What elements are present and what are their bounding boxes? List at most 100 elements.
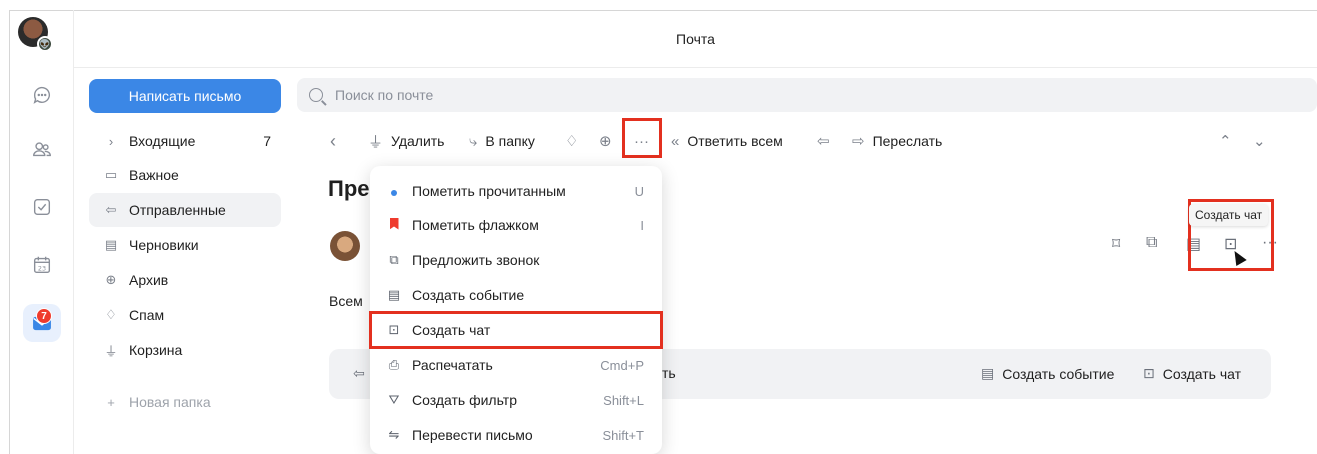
- archive-icon: ⊕: [599, 133, 612, 150]
- alien-status-icon: 👽: [37, 36, 53, 52]
- icon-rail: 👽 23: [9, 10, 74, 454]
- create-chat-label: Создать чат: [1162, 365, 1242, 382]
- printer-icon: ⎙: [388, 357, 400, 372]
- chat-icon: ⊡: [1143, 365, 1155, 381]
- shortcut: Shift+T: [602, 427, 644, 443]
- shortcut: I: [640, 217, 644, 233]
- delete-label: Удалить: [391, 133, 445, 149]
- mail-unread-badge: 7: [36, 308, 52, 324]
- folder-drafts[interactable]: ▤ Черновики: [89, 228, 281, 262]
- chevron-up-icon: ⌃: [1219, 133, 1232, 150]
- chevron-down-icon: ⌄: [1253, 133, 1266, 150]
- more-button-highlight: [622, 118, 662, 158]
- trash-icon: ⏚: [104, 343, 118, 359]
- forward-icon: ⇨: [852, 133, 865, 150]
- reply-all-icon: «: [671, 132, 680, 150]
- bookmark-icon[interactable]: ⌑: [1112, 234, 1120, 254]
- folder-label: Корзина: [129, 342, 183, 358]
- calendar-button[interactable]: 23: [23, 246, 61, 284]
- folder-label: Отправленные: [129, 202, 226, 218]
- sender-avatar[interactable]: [330, 231, 360, 261]
- people-icon: [33, 142, 51, 157]
- chevron-right-icon[interactable]: ›: [103, 134, 119, 149]
- draft-icon: ▤: [104, 237, 118, 252]
- menu-item-label: Пометить флажком: [412, 217, 539, 233]
- filter-icon: ⛛: [388, 392, 400, 407]
- folder-label: Черновики: [129, 237, 199, 253]
- archive-button[interactable]: ⊕: [599, 127, 620, 155]
- archive-icon: ⊕: [105, 272, 117, 287]
- menu-item-translate[interactable]: ⇋ Перевести письмо Shift+T: [370, 418, 662, 452]
- reply-button[interactable]: ⇦: [817, 127, 838, 155]
- messenger-button[interactable]: [23, 76, 61, 114]
- create-chat-button[interactable]: ⊡ Создать чат: [1143, 365, 1241, 382]
- spam-icon: ♢: [565, 133, 579, 150]
- unread-dot-icon: [386, 184, 402, 199]
- next-message-button[interactable]: ⌄: [1253, 127, 1274, 155]
- folder-label: Спам: [129, 307, 165, 323]
- reply-bar-partial: ть: [662, 365, 676, 381]
- sent-icon: ⇦: [105, 202, 117, 217]
- reply-all-label: Ответить всем: [687, 133, 783, 149]
- menu-item-label: Создать событие: [412, 287, 525, 303]
- delete-button[interactable]: ⏚ Удалить: [368, 127, 444, 155]
- new-folder-button[interactable]: + Новая папка: [89, 385, 281, 419]
- menu-item-label: Распечатать: [412, 357, 493, 373]
- folder-label: Входящие: [129, 133, 196, 149]
- calendar-icon: ▤: [387, 287, 401, 302]
- menu-item-flag[interactable]: Пометить флажком I: [370, 208, 662, 242]
- folder-spam[interactable]: ♢ Спам: [89, 298, 281, 332]
- message-subject: Пре: [328, 176, 370, 201]
- folder-label: Архив: [129, 272, 169, 288]
- unread-count: 7: [263, 133, 271, 149]
- flag-icon: [386, 217, 402, 233]
- contacts-button[interactable]: [23, 130, 61, 168]
- back-button[interactable]: ‹: [330, 127, 344, 155]
- shortcut: U: [634, 183, 644, 199]
- move-to-folder-button[interactable]: ⤷ В папку: [469, 127, 535, 155]
- folder-label: Важное: [129, 167, 179, 183]
- folder-inbox[interactable]: › Входящие 7: [89, 124, 281, 158]
- menu-item-filter[interactable]: ⛛ Создать фильтр Shift+L: [370, 383, 662, 417]
- prev-message-button[interactable]: ⌃: [1219, 127, 1240, 155]
- plus-icon: +: [107, 394, 115, 410]
- reply-icon: ⇦: [817, 133, 830, 150]
- translate-icon: ⇋: [388, 427, 400, 442]
- checkbox-icon: [33, 198, 51, 216]
- page-title: Почта: [74, 10, 1317, 68]
- trash-icon: ⏚: [368, 133, 384, 151]
- folder-important[interactable]: ▭ Важное: [89, 158, 281, 192]
- menu-item-label: Пометить прочитанным: [412, 183, 566, 199]
- menu-item-call[interactable]: ⧉ Предложить звонок: [370, 243, 662, 277]
- folder-sent[interactable]: ⇦ Отправленные: [89, 193, 281, 227]
- svg-text:23: 23: [38, 265, 46, 273]
- reply-all-button[interactable]: « Ответить всем: [671, 127, 783, 155]
- menu-item-label: Создать фильтр: [412, 392, 517, 408]
- folder-archive[interactable]: ⊕ Архив: [89, 263, 281, 297]
- folder-trash[interactable]: ⏚ Корзина: [89, 333, 281, 367]
- video-call-icon: ⧉: [389, 252, 399, 267]
- search-input[interactable]: Поиск по почте: [297, 78, 1317, 112]
- compose-button[interactable]: Написать письмо: [89, 79, 281, 113]
- menu-item-mark-read[interactable]: Пометить прочитанным U: [370, 174, 662, 208]
- tooltip: Создать чат: [1189, 204, 1269, 226]
- calendar-icon: 23: [33, 256, 51, 274]
- create-event-label: Создать событие: [1002, 365, 1115, 382]
- forward-button[interactable]: ⇨ Переслать: [852, 127, 942, 155]
- tasks-button[interactable]: [23, 188, 61, 226]
- menu-chat-highlight: [369, 311, 663, 349]
- menu-item-event[interactable]: ▤ Создать событие: [370, 278, 662, 312]
- spam-button[interactable]: ♢: [565, 127, 586, 155]
- more-actions-menu: Пометить прочитанным U Пометить флажком …: [370, 166, 662, 454]
- search-icon: [309, 88, 323, 102]
- forward-label: Переслать: [872, 133, 943, 149]
- move-label: В папку: [485, 133, 535, 149]
- shortcut: Shift+L: [603, 392, 644, 408]
- shortcut: Cmd+P: [600, 357, 644, 373]
- create-event-button[interactable]: ▤ Создать событие: [981, 365, 1114, 382]
- folder-icon: ▭: [104, 167, 118, 182]
- move-folder-icon: ⤷: [469, 132, 478, 150]
- video-call-icon[interactable]: ⧉: [1146, 234, 1157, 252]
- menu-item-print[interactable]: ⎙ Распечатать Cmd+P: [370, 348, 662, 382]
- chevron-left-icon: ‹: [330, 130, 336, 151]
